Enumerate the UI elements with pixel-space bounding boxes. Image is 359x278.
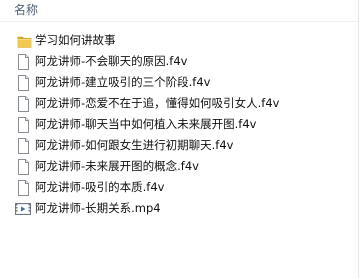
name-column-header[interactable]: 名称: [0, 0, 358, 22]
file-name: 阿龙讲师-不会聊天的原因.f4v: [35, 54, 188, 68]
file-list-item[interactable]: 阿龙讲师-建立吸引的三个阶段.f4v: [0, 73, 358, 94]
file-name: 学习如何讲故事: [35, 33, 116, 47]
file-icon: [17, 54, 30, 70]
header-divider: [0, 21, 358, 22]
file-list-item[interactable]: 阿龙讲师-未来展开图的概念.f4v: [0, 157, 358, 178]
file-list-item[interactable]: 学习如何讲故事: [0, 31, 358, 52]
name-column-label: 名称: [14, 3, 39, 17]
file-name: 阿龙讲师-吸引的本质.f4v: [35, 180, 165, 194]
file-list-item[interactable]: 阿龙讲师-不会聊天的原因.f4v: [0, 52, 358, 73]
folder-icon: [17, 33, 32, 49]
file-icon: [17, 96, 30, 112]
file-name: 阿龙讲师-聊天当中如何植入未来展开图.f4v: [35, 117, 257, 131]
file-name: 阿龙讲师-建立吸引的三个阶段.f4v: [35, 75, 211, 89]
mp4-video-icon: [15, 201, 32, 217]
file-list-item[interactable]: 阿龙讲师-长期关系.mp4: [0, 199, 358, 220]
file-explorer-pane: 名称 学习如何讲故事 阿龙讲师-不会聊天的原因.f4v 阿龙讲师-建立吸引的三个…: [0, 0, 359, 278]
file-icon: [17, 159, 30, 175]
file-list: 学习如何讲故事 阿龙讲师-不会聊天的原因.f4v 阿龙讲师-建立吸引的三个阶段.…: [0, 31, 358, 220]
file-list-item[interactable]: 阿龙讲师-如何跟女生进行初期聊天.f4v: [0, 136, 358, 157]
file-icon: [17, 138, 30, 154]
file-name: 阿龙讲师-恋爱不在于追，懂得如何吸引女人.f4v: [35, 96, 280, 110]
file-icon: [17, 75, 30, 91]
file-list-item[interactable]: 阿龙讲师-吸引的本质.f4v: [0, 178, 358, 199]
file-name: 阿龙讲师-如何跟女生进行初期聊天.f4v: [35, 138, 234, 152]
file-list-item[interactable]: 阿龙讲师-恋爱不在于追，懂得如何吸引女人.f4v: [0, 94, 358, 115]
file-icon: [17, 117, 30, 133]
file-name: 阿龙讲师-长期关系.mp4: [35, 201, 161, 215]
file-name: 阿龙讲师-未来展开图的概念.f4v: [35, 159, 199, 173]
file-list-item[interactable]: 阿龙讲师-聊天当中如何植入未来展开图.f4v: [0, 115, 358, 136]
file-icon: [17, 180, 30, 196]
